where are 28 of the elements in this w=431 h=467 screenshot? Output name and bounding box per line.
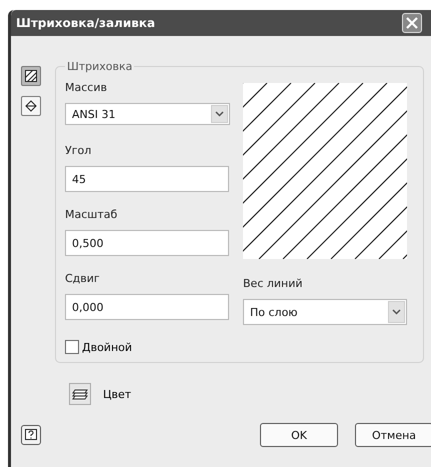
help-button[interactable]	[21, 425, 41, 445]
field-label: Сдвиг	[65, 272, 101, 285]
field-label: Угол	[65, 144, 92, 157]
close-button[interactable]	[402, 13, 422, 33]
close-icon	[406, 17, 418, 29]
tool-button[interactable]	[21, 66, 41, 86]
chevron-down-icon	[388, 301, 405, 323]
pattern-dropdown[interactable]: ANSI 31	[65, 103, 230, 125]
field-label: Масштаб	[65, 208, 118, 221]
field-label: Вес линий	[243, 277, 304, 290]
lineweight-dropdown[interactable]: По слою	[243, 299, 407, 325]
ok-button[interactable]: OK	[260, 423, 338, 447]
window-title: Штриховка/заливка	[16, 16, 156, 30]
cancel-button[interactable]: Отмена	[355, 423, 431, 447]
checkbox[interactable]	[65, 340, 79, 354]
chevron-down-icon	[211, 105, 228, 123]
hatch-icon	[25, 70, 37, 82]
checkbox-label: Двойной	[82, 340, 132, 354]
offset-field[interactable]: 0,000	[65, 294, 229, 320]
color-label: Цвет	[103, 388, 132, 400]
angle-field[interactable]: 45	[65, 166, 229, 192]
group-title: Штриховка	[66, 60, 134, 73]
tool-button[interactable]	[21, 96, 41, 116]
layers-icon	[72, 388, 88, 400]
help-icon	[25, 428, 37, 442]
scale-field[interactable]: 0,500	[65, 230, 229, 256]
field-label: Массив	[65, 81, 108, 94]
layers-button[interactable]	[69, 383, 91, 405]
